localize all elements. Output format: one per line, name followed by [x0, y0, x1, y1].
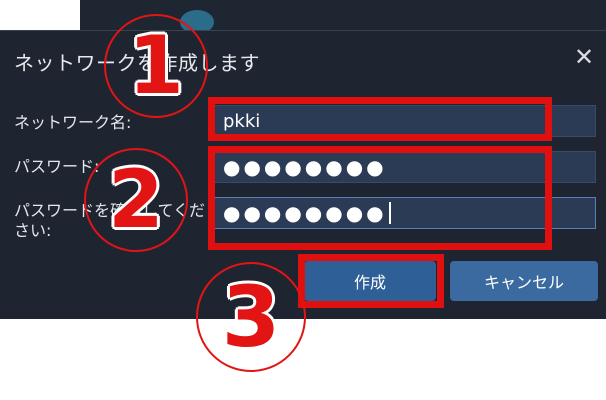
step-2-marker: 2 — [84, 148, 188, 252]
highlight-network-name — [208, 97, 552, 141]
step-2-number: 2 — [108, 153, 164, 246]
highlight-create-button — [298, 254, 444, 308]
close-icon[interactable]: ✕ — [572, 45, 596, 69]
step-1-marker: 1 — [104, 14, 208, 118]
cancel-button[interactable]: キャンセル — [450, 261, 598, 301]
highlight-password-fields — [208, 146, 552, 250]
step-3-marker: 3 — [196, 262, 306, 372]
step-3-number: 3 — [221, 268, 281, 366]
network-name-label: ネットワーク名: — [14, 113, 132, 132]
step-1-number: 1 — [128, 19, 184, 112]
